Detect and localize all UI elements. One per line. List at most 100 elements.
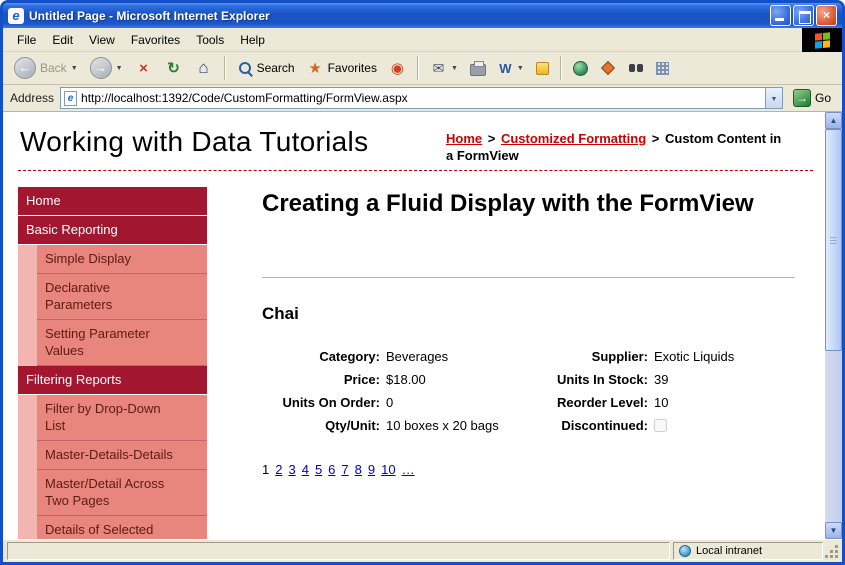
main-content: Creating a Fluid Display with the FormVi… (207, 187, 825, 539)
sidebar-nav: Home Basic Reporting Simple Display Decl… (18, 187, 207, 539)
page-number-current: 1 (262, 462, 269, 477)
sidebar-item-details-of-selected-row[interactable]: Details of Selected Row (37, 516, 207, 539)
menu-edit[interactable]: Edit (44, 30, 81, 50)
sidebar-item-simple-display[interactable]: Simple Display (37, 245, 207, 274)
title-bar[interactable]: e Untitled Page - Microsoft Internet Exp… (3, 3, 842, 28)
favorites-label: Favorites (328, 61, 377, 75)
field-label: Category: (262, 349, 380, 365)
breadcrumb-separator: > (486, 131, 498, 146)
close-button[interactable]: × (816, 5, 837, 26)
back-label: Back (40, 61, 67, 75)
sidebar-item-filtering-reports[interactable]: Filtering Reports (18, 366, 207, 395)
stop-button[interactable]: × (130, 54, 158, 82)
messenger-button[interactable] (531, 54, 554, 82)
menu-tools[interactable]: Tools (188, 30, 232, 50)
address-input[interactable] (81, 89, 761, 107)
divider (262, 277, 795, 278)
breadcrumb-home-link[interactable]: Home (446, 131, 482, 146)
scroll-down-button[interactable]: ▼ (825, 522, 842, 539)
chevron-down-icon: ▼ (116, 65, 123, 72)
go-label: Go (815, 91, 831, 105)
sidebar-item-declarative-parameters[interactable]: Declarative Parameters (37, 274, 207, 320)
field-label: Qty/Unit: (262, 418, 380, 434)
field-value: Exotic Liquids (654, 349, 795, 365)
field-value: $18.00 (386, 372, 506, 388)
go-icon: → (793, 89, 811, 107)
media-icon: ◉ (389, 59, 406, 77)
page-link[interactable]: 7 (341, 462, 348, 477)
window-controls: × (770, 5, 837, 26)
field-value: Beverages (386, 349, 506, 365)
breadcrumb: Home > Customized Formatting > Custom Co… (446, 130, 791, 164)
page-title: Creating a Fluid Display with the FormVi… (262, 189, 762, 219)
status-message-pane (7, 542, 670, 560)
page-link[interactable]: 2 (275, 462, 282, 477)
sidebar-item-basic-reporting[interactable]: Basic Reporting (18, 216, 207, 245)
page-link[interactable]: 5 (315, 462, 322, 477)
sidebar-item-master-details-details[interactable]: Master-Details-Details (37, 441, 207, 470)
scroll-thumb[interactable] (825, 129, 842, 351)
refresh-button[interactable]: ↻ (160, 54, 188, 82)
window-title: Untitled Page - Microsoft Internet Explo… (29, 9, 765, 23)
sidebar-item-home[interactable]: Home (18, 187, 207, 216)
address-dropdown-button[interactable]: ▼ (765, 88, 782, 108)
breadcrumb-separator: > (650, 131, 662, 146)
home-button[interactable]: ⌂ (190, 54, 218, 82)
media-button[interactable]: ◉ (384, 54, 411, 82)
home-icon: ⌂ (195, 58, 213, 78)
field-label: Units In Stock: (512, 372, 648, 388)
address-label: Address (10, 91, 54, 105)
menu-file[interactable]: File (9, 30, 44, 50)
web-page: Working with Data Tutorials Home > Custo… (3, 112, 825, 539)
product-fields: Category: Beverages Supplier: Exotic Liq… (262, 349, 795, 436)
toolbar-extra-button-3[interactable] (623, 54, 649, 82)
breadcrumb-section-link[interactable]: Customized Formatting (501, 131, 646, 146)
search-button[interactable]: Search (232, 54, 300, 82)
security-zone-pane: Local intranet (673, 542, 823, 560)
favorites-star-icon: ★ (307, 59, 324, 77)
back-button[interactable]: ← Back ▼ (9, 54, 83, 82)
menu-help[interactable]: Help (232, 30, 273, 50)
print-icon (470, 64, 486, 76)
page-link[interactable]: 8 (355, 462, 362, 477)
menu-view[interactable]: View (81, 30, 123, 50)
scroll-up-button[interactable]: ▲ (825, 112, 842, 129)
vertical-scrollbar[interactable]: ▲ ▼ (825, 112, 842, 539)
sidebar-item-filter-by-drop-down-list[interactable]: Filter by Drop-Down List (37, 395, 207, 441)
resize-grip[interactable] (826, 542, 840, 560)
toolbar-extra-button-2[interactable] (595, 54, 621, 82)
menu-favorites[interactable]: Favorites (123, 30, 188, 50)
print-button[interactable] (465, 54, 491, 82)
field-value: 10 boxes x 20 bags (386, 418, 506, 434)
edit-button[interactable]: W ▼ (493, 54, 529, 82)
sidebar-item-setting-parameter-values[interactable]: Setting Parameter Values (37, 320, 207, 366)
status-zone-label: Local intranet (696, 545, 762, 557)
field-label: Price: (262, 372, 380, 388)
page-body: Home Basic Reporting Simple Display Decl… (18, 171, 825, 539)
favorites-button[interactable]: ★ Favorites (302, 54, 382, 82)
menu-bar: File Edit View Favorites Tools Help (3, 28, 842, 52)
toolbar-separator (560, 56, 562, 80)
maximize-button[interactable] (793, 5, 814, 26)
page-link[interactable]: 9 (368, 462, 375, 477)
toolbar-extra-button-4[interactable] (651, 54, 674, 82)
field-label: Units On Order: (262, 395, 380, 411)
chevron-down-icon: ▼ (451, 65, 458, 72)
go-button[interactable]: → Go (789, 89, 835, 107)
page-link[interactable]: 3 (288, 462, 295, 477)
page-link[interactable]: 6 (328, 462, 335, 477)
status-bar: Local intranet (3, 539, 842, 562)
forward-icon: → (90, 57, 112, 79)
messenger-icon (536, 62, 549, 75)
sidebar-item-master-detail-across-two-pages[interactable]: Master/Detail Across Two Pages (37, 470, 207, 516)
site-header: Working with Data Tutorials Home > Custo… (18, 118, 813, 171)
field-label: Supplier: (512, 349, 648, 365)
toolbar-extra-button-1[interactable] (568, 54, 593, 82)
field-value: 10 (654, 395, 795, 411)
page-link[interactable]: … (402, 462, 415, 477)
page-link[interactable]: 10 (381, 462, 395, 477)
mail-button[interactable]: ✉ ▼ (425, 54, 463, 82)
forward-button[interactable]: → ▼ (85, 54, 128, 82)
minimize-button[interactable] (770, 5, 791, 26)
page-link[interactable]: 4 (302, 462, 309, 477)
